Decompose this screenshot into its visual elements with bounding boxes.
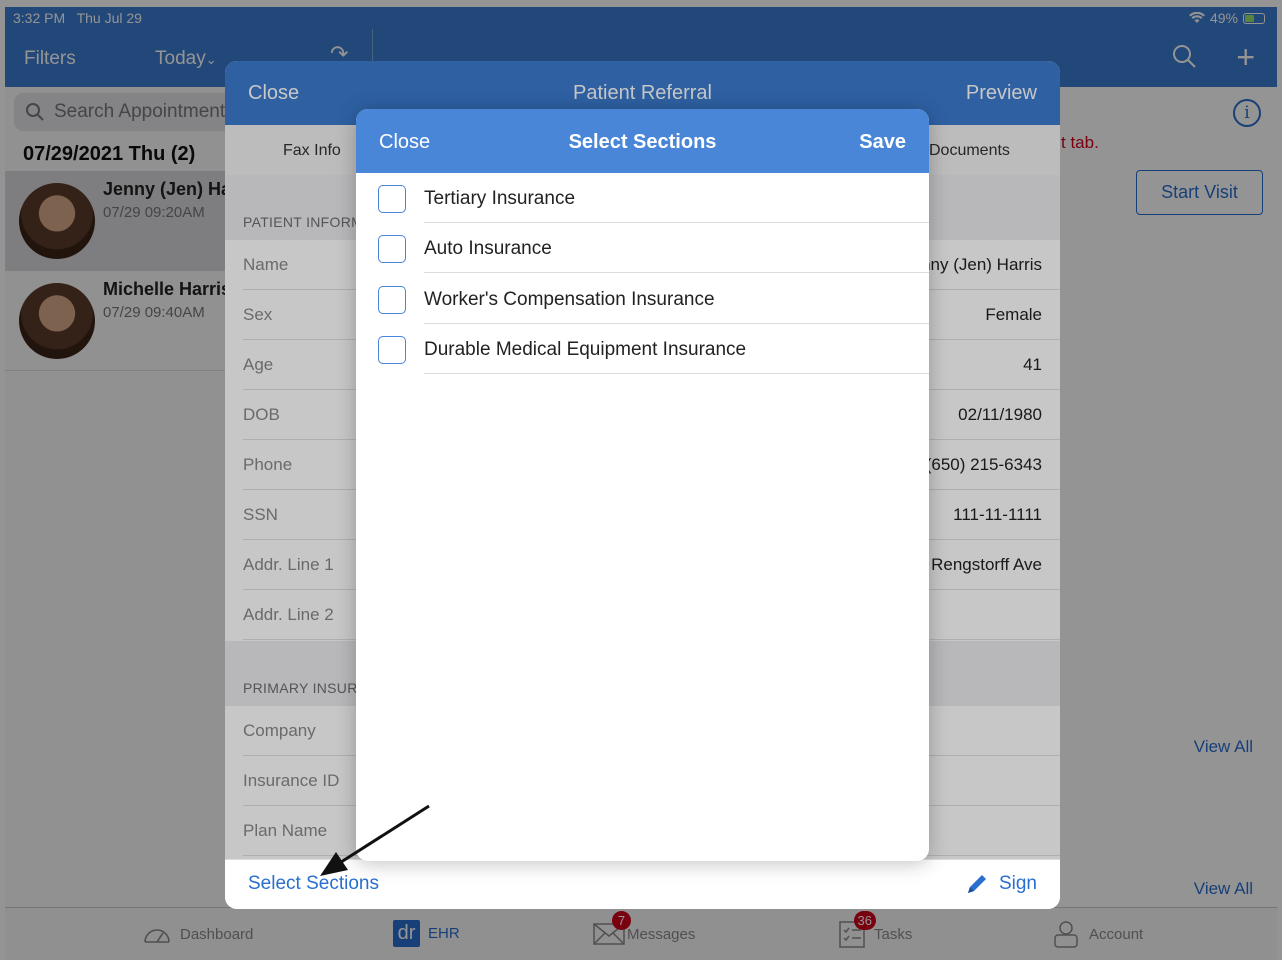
option-label: Auto Insurance [424, 238, 552, 259]
option-label: Durable Medical Equipment Insurance [424, 339, 747, 360]
modal-save-button[interactable]: Save [859, 131, 906, 154]
modal-close-button[interactable]: Close [379, 131, 430, 154]
select-sections-header: Select Sections Close Save [356, 109, 929, 173]
select-sections-modal: Select Sections Close Save Tertiary Insu… [356, 109, 929, 861]
sign-button[interactable]: Sign [965, 872, 1037, 896]
section-option[interactable]: Tertiary Insurance [356, 173, 929, 223]
checkbox[interactable] [378, 286, 406, 314]
section-option[interactable]: Auto Insurance [356, 223, 929, 273]
checkbox[interactable] [378, 185, 406, 213]
divider [424, 272, 929, 273]
sign-label: Sign [998, 873, 1037, 894]
option-label: Tertiary Insurance [424, 188, 576, 209]
section-option[interactable]: Worker's Compensation Insurance [356, 274, 929, 324]
select-sections-title: Select Sections [568, 131, 717, 153]
checkbox[interactable] [378, 235, 406, 263]
checkbox[interactable] [378, 336, 406, 364]
section-option[interactable]: Durable Medical Equipment Insurance [356, 324, 929, 374]
divider [424, 373, 929, 374]
referral-footer: Select Sections Sign [225, 859, 1060, 909]
option-label: Worker's Compensation Insurance [424, 289, 715, 310]
pen-icon [967, 875, 986, 893]
select-sections-button[interactable]: Select Sections [248, 873, 379, 895]
